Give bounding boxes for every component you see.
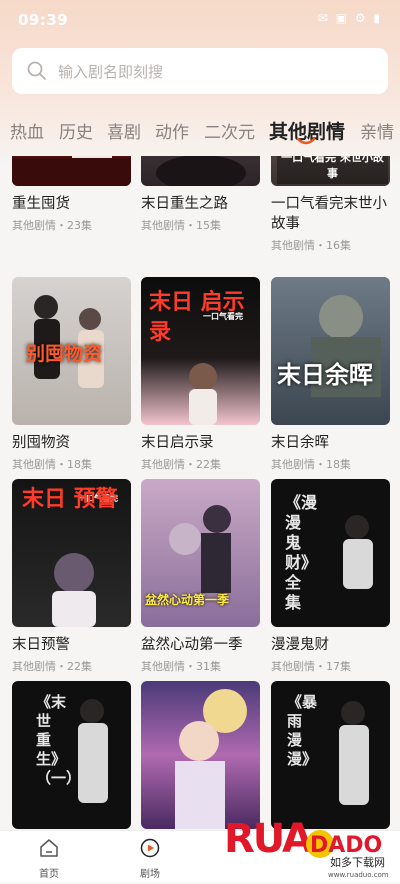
drama-card[interactable]: 重生囤货 其他剧情・23集 — [12, 156, 131, 233]
drama-cover: 别囤物资 — [12, 277, 131, 425]
cover-illustration — [78, 699, 108, 803]
drama-card[interactable]: 别囤物资 别囤物资 其他剧情・18集 — [12, 277, 131, 472]
status-bar: 09:39 ✉ ▣ ⚙ ▮ — [0, 0, 400, 40]
drama-cover: 一口气看完 末日 预警 — [12, 479, 131, 627]
drama-cover: 《末世重生》 （一） — [12, 681, 131, 829]
tab-xiju[interactable]: 喜剧 — [107, 118, 141, 143]
tab-qinqing[interactable]: 亲情 — [360, 118, 394, 143]
drama-cover: 一口气看完 末世小故事 — [271, 156, 390, 186]
cover-illustration — [156, 156, 246, 186]
cover-illustration — [175, 689, 247, 829]
drama-title: 盆然心动第一季 — [141, 637, 243, 653]
svg-text:www.ruaduo.com: www.ruaduo.com — [328, 871, 389, 879]
play-circle-icon — [140, 838, 160, 858]
svg-text:DADO: DADO — [310, 833, 382, 858]
ruadado-logo: RUA DADO 如多下载网 www.ruaduo.com — [224, 816, 389, 879]
drama-title: 一口气看完末世小故事 — [271, 196, 387, 232]
drama-cover: 末日余晖 — [271, 277, 390, 425]
drama-cover — [12, 156, 131, 186]
drama-meta: 其他剧情・15集 — [141, 219, 221, 232]
drama-card[interactable]: 一口气看完 末日 启示录 末日启示录 其他剧情・22集 — [141, 277, 260, 472]
drama-card[interactable]: 一口气看完 末日 预警 末日预警 其他剧情・22集 — [12, 479, 131, 674]
drama-grid: 重生囤货 其他剧情・23集 末日重生之路 其他剧情・15集 一口气看完 末世小故… — [0, 156, 400, 830]
nav-theater[interactable]: 剧场 — [120, 837, 180, 880]
nav-home[interactable]: 首页 — [19, 837, 79, 880]
drama-title: 漫漫鬼财 — [271, 637, 329, 653]
tab-erciyuan[interactable]: 二次元 — [204, 118, 255, 143]
drama-card[interactable]: 末日余晖 末日余晖 其他剧情・18集 — [271, 277, 390, 472]
cover-title: 《末世重生》 （一） — [36, 693, 82, 787]
cover-title: 《漫漫鬼财》 全集 — [285, 493, 318, 612]
svg-text:RUA: RUA — [224, 816, 313, 862]
svg-text:如多下载网: 如多下载网 — [330, 855, 385, 869]
watermark-logo: RUA DADO 如多下载网 www.ruaduo.com — [222, 808, 398, 880]
drama-cover: 《漫漫鬼财》 全集 — [271, 479, 390, 627]
drama-title: 末日预警 — [12, 637, 70, 653]
drama-card[interactable]: 《末世重生》 （一） — [12, 681, 131, 829]
status-time: 09:39 — [18, 11, 69, 29]
tab-rexue[interactable]: 热血 — [10, 118, 44, 143]
cover-title: 末日 预警 — [22, 486, 118, 512]
drama-title: 末日重生之路 — [141, 196, 228, 212]
drama-cover — [141, 681, 260, 829]
cover-title: 《暴雨漫漫》 — [287, 693, 318, 768]
drama-meta: 其他剧情・22集 — [141, 458, 221, 471]
nav-theater-label: 剧场 — [140, 869, 160, 880]
drama-title: 别囤物资 — [12, 435, 70, 451]
drama-meta: 其他剧情・18集 — [271, 458, 351, 471]
drama-meta: 其他剧情・17集 — [271, 660, 351, 673]
search-input[interactable] — [56, 48, 380, 96]
cover-title: 别囤物资 — [26, 343, 103, 365]
cover-illustration — [12, 156, 131, 186]
drama-cover: 盆然心动第一季 — [141, 479, 260, 627]
search-bar[interactable] — [12, 48, 388, 96]
nav-home-label: 首页 — [39, 869, 59, 880]
drama-cover: 《暴雨漫漫》 — [271, 681, 390, 829]
drama-cover: 一口气看完 末日 启示录 — [141, 277, 260, 425]
status-icons: ✉ ▣ ⚙ ▮ — [317, 11, 382, 25]
cover-title: 一口气看完 末世小故事 — [277, 156, 388, 184]
drama-meta: 其他剧情・22集 — [12, 660, 92, 673]
drama-card[interactable]: 盆然心动第一季 盆然心动第一季 其他剧情・31集 — [141, 479, 260, 674]
category-tabs: 热血 历史 喜剧 动作 二次元 其他剧情 亲情 — [0, 112, 400, 152]
search-icon — [27, 61, 46, 80]
drama-title: 末日启示录 — [141, 435, 214, 451]
drama-card[interactable]: 一口气看完 末世小故事 一口气看完末世小故事 其他剧情・16集 — [271, 156, 390, 253]
drama-cover — [141, 156, 260, 186]
home-icon — [40, 839, 58, 857]
drama-card[interactable]: 《漫漫鬼财》 全集 漫漫鬼财 其他剧情・17集 — [271, 479, 390, 674]
drama-title: 重生囤货 — [12, 196, 70, 212]
cover-title: 盆然心动第一季 — [145, 593, 230, 607]
drama-card[interactable]: 末日重生之路 其他剧情・15集 — [141, 156, 260, 233]
active-tab-indicator — [296, 138, 316, 145]
tab-lishi[interactable]: 历史 — [59, 118, 93, 143]
cover-title: 末日余晖 — [277, 360, 373, 389]
cover-illustration — [311, 295, 381, 397]
drama-card[interactable]: 《暴雨漫漫》 — [271, 681, 390, 829]
drama-title: 末日余晖 — [271, 435, 329, 451]
drama-meta: 其他剧情・16集 — [271, 239, 351, 252]
tab-dongzuo[interactable]: 动作 — [155, 118, 189, 143]
drama-meta: 其他剧情・18集 — [12, 458, 92, 471]
drama-card[interactable] — [141, 681, 260, 829]
drama-meta: 其他剧情・23集 — [12, 219, 92, 232]
cover-title: 末日 启示录 — [149, 289, 245, 345]
drama-meta: 其他剧情・31集 — [141, 660, 221, 673]
